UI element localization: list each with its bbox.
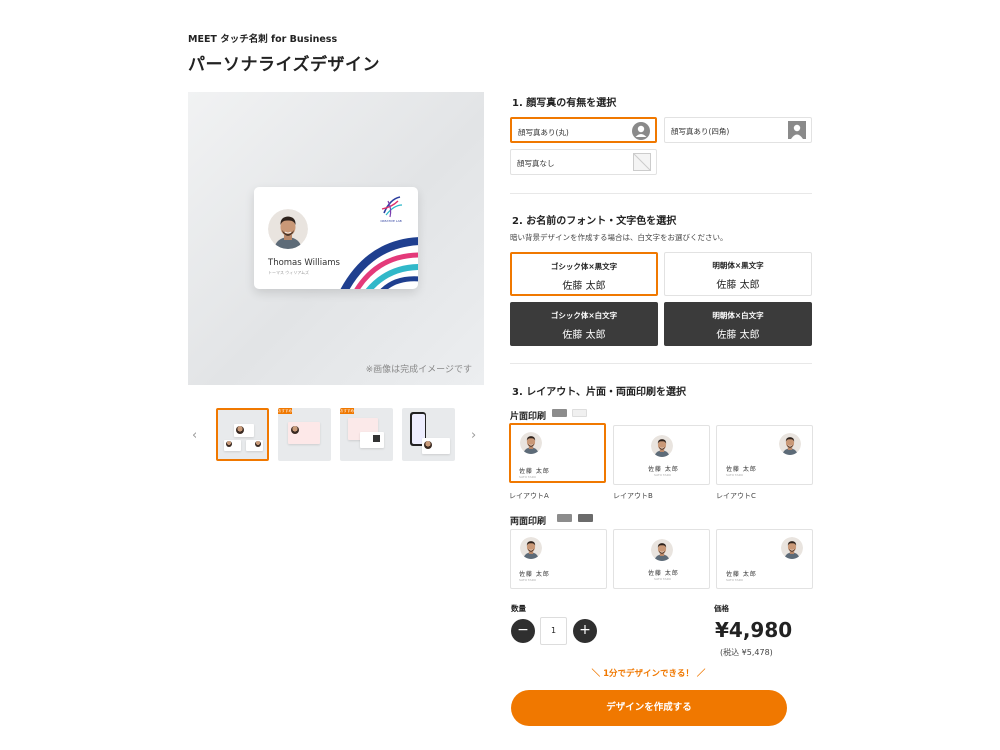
brand-name: MEET タッチ名刺 for Business [188, 34, 338, 45]
divider [510, 193, 812, 194]
photo-option-label: 顔写真あり(四角) [671, 127, 730, 136]
layout-caption-c: レイアウトC [716, 492, 756, 500]
promo-text: ＼ 1分でデザインできる！ ／ [591, 669, 706, 679]
layout-name: 佐藤 太郎 [648, 570, 679, 577]
square-avatar-icon [788, 121, 806, 139]
chevron-right-icon[interactable]: › [471, 428, 476, 443]
photo-option-label: 顔写真なし [517, 159, 555, 168]
price-label: 価格 [714, 604, 729, 613]
card-kana: トーマス ウィリアムズ [268, 270, 309, 275]
font-option-sample: 佐藤 太郎 [562, 330, 606, 341]
layout-name: 佐藤 太郎 [726, 571, 757, 578]
photo-option-label: 顔写真あり(丸) [518, 128, 569, 137]
layout-name: 佐藤 太郎 [519, 571, 550, 578]
single-front-icon [552, 409, 567, 417]
thumbnail-1[interactable] [216, 408, 269, 461]
photo-option-circle[interactable]: 顔写真あり(丸) [510, 117, 657, 143]
layout-photo [520, 432, 542, 454]
font-option-title: 明朝体×黒文字 [712, 261, 764, 270]
company-logo-icon: CREATIVE LAB [380, 196, 403, 223]
recommend-badge: おすすめ [340, 408, 354, 414]
page-title: パーソナライズデザイン [188, 55, 380, 75]
layout-sub: SATO TARO [726, 578, 744, 582]
double-side-label: 両面印刷 [510, 517, 547, 527]
layout-sub: SATO TARO [726, 473, 744, 477]
step2-note: 暗い背景デザインを作成する場合は、白文字をお選びください。 [510, 233, 728, 242]
company-name: CREATIVE LAB [380, 219, 401, 223]
single-side-label: 片面印刷 [510, 412, 547, 422]
divider [510, 363, 812, 364]
card-name: Thomas Williams [268, 258, 340, 268]
no-photo-icon [633, 153, 651, 171]
layout-option-b[interactable]: 佐藤 太郎 SATO TARO [613, 425, 710, 485]
price-value: ¥4,980 [715, 618, 793, 642]
layout-sub: SATO TARO [654, 577, 672, 581]
card-photo [268, 209, 308, 249]
font-option-mincho-black[interactable]: 明朝体×黒文字 佐藤 太郎 [664, 252, 812, 296]
quantity-increase-button[interactable]: + [573, 619, 597, 643]
preview-note: ※画像は完成イメージです [365, 365, 472, 375]
double-layout-option-a[interactable]: 佐藤 太郎 SATO TARO [510, 529, 607, 589]
double-front-icon [557, 514, 572, 522]
layout-photo [781, 537, 803, 559]
layout-photo [779, 433, 801, 455]
layout-photo [520, 537, 542, 559]
font-option-sample: 佐藤 太郎 [716, 280, 760, 291]
photo-option-square[interactable]: 顔写真あり(四角) [664, 117, 812, 143]
layout-photo [651, 435, 673, 457]
recommend-badge: おすすめ [278, 408, 292, 414]
quantity-input[interactable]: 1 [540, 617, 567, 645]
preview-image: Thomas Williams トーマス ウィリアムズ CREATIVE LAB… [188, 92, 484, 385]
business-card-preview: Thomas Williams トーマス ウィリアムズ CREATIVE LAB [254, 187, 418, 289]
layout-photo [651, 539, 673, 561]
layout-sub: SATO TARO [519, 578, 537, 582]
font-option-title: ゴシック体×黒文字 [550, 262, 618, 271]
layout-sub: SATO TARO [519, 475, 537, 479]
price-tax: (税込 ¥5,478) [720, 648, 773, 657]
thumbnail-carousel: ‹ おすすめ おすすめ › [188, 404, 484, 468]
quantity-label: 数量 [511, 604, 526, 613]
double-layout-option-b[interactable]: 佐藤 太郎 SATO TARO [613, 529, 710, 589]
step2-title: 2. お名前のフォント・文字色を選択 [512, 216, 677, 227]
step3-title: 3. レイアウト、片面・両面印刷を選択 [512, 387, 687, 398]
layout-name: 佐藤 太郎 [648, 466, 679, 473]
double-back-icon [578, 514, 593, 522]
thumbnail-2[interactable]: おすすめ [278, 408, 331, 461]
layout-sub: SATO TARO [654, 473, 672, 477]
double-layout-option-c[interactable]: 佐藤 太郎 SATO TARO [716, 529, 813, 589]
create-design-button[interactable]: デザインを作成する [511, 690, 787, 726]
card-decoration [340, 237, 418, 289]
chevron-left-icon[interactable]: ‹ [192, 428, 197, 443]
font-option-gothic-black[interactable]: ゴシック体×黒文字 佐藤 太郎 [510, 252, 658, 296]
layout-name: 佐藤 太郎 [519, 468, 550, 475]
layout-option-a[interactable]: 佐藤 太郎 SATO TARO [509, 423, 606, 483]
circle-avatar-icon [632, 122, 650, 140]
layout-caption-b: レイアウトB [613, 492, 653, 500]
font-option-gothic-white[interactable]: ゴシック体×白文字 佐藤 太郎 [510, 302, 658, 346]
single-back-icon [572, 409, 587, 417]
font-option-sample: 佐藤 太郎 [716, 330, 760, 341]
font-option-mincho-white[interactable]: 明朝体×白文字 佐藤 太郎 [664, 302, 812, 346]
font-option-title: ゴシック体×白文字 [550, 311, 618, 320]
photo-option-none[interactable]: 顔写真なし [510, 149, 657, 175]
layout-caption-a: レイアウトA [509, 492, 549, 500]
layout-name: 佐藤 太郎 [726, 466, 757, 473]
quantity-decrease-button[interactable]: − [511, 619, 535, 643]
layout-option-c[interactable]: 佐藤 太郎 SATO TARO [716, 425, 813, 485]
step1-title: 1. 顔写真の有無を選択 [512, 98, 617, 109]
font-option-sample: 佐藤 太郎 [562, 281, 606, 292]
thumbnail-4[interactable] [402, 408, 455, 461]
font-option-title: 明朝体×白文字 [712, 311, 764, 320]
thumbnail-3[interactable]: おすすめ [340, 408, 393, 461]
